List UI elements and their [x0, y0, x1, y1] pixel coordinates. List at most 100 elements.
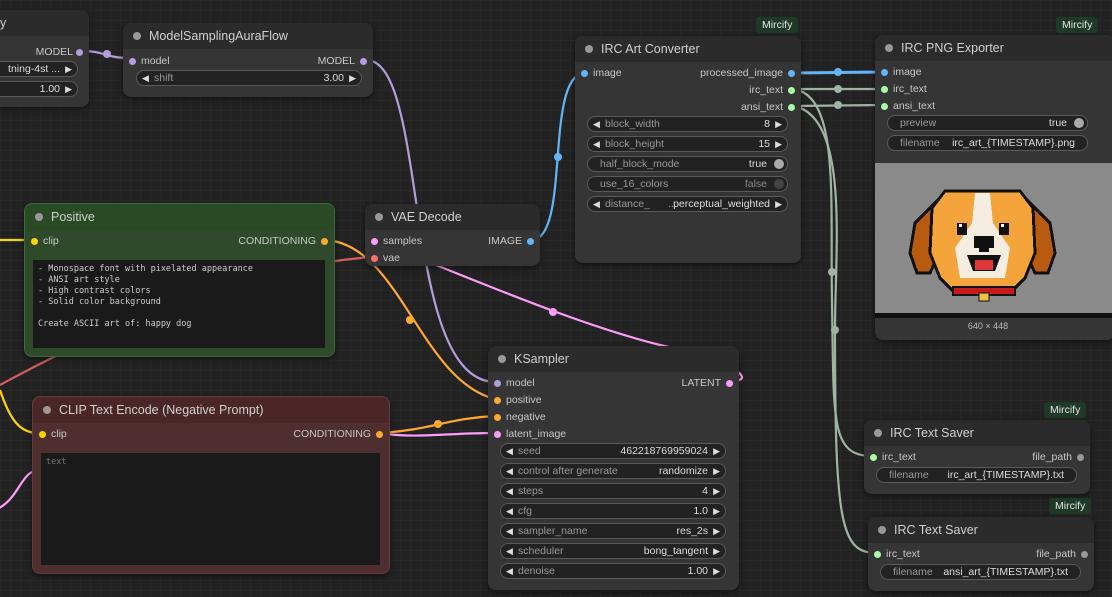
use-16-colors-toggle[interactable]: use_16_colors false — [587, 176, 788, 192]
output-conditioning-label: CONDITIONING — [293, 428, 371, 440]
model-sampling-aura-flow-node[interactable]: ModelSamplingAuraFlow model MODEL ◀ shif… — [123, 23, 373, 97]
vae-decode-node[interactable]: VAE Decode samples IMAGE vae — [365, 204, 540, 266]
model-name-widget[interactable]: tning-4st ... ▶ — [0, 61, 78, 77]
irc-text-saver-node-2[interactable]: IRC Text Saver irc_text file_path filena… — [868, 517, 1094, 591]
input-clip-dot[interactable] — [31, 238, 38, 245]
input-vae-dot[interactable] — [371, 255, 378, 262]
arrow-left-icon[interactable]: ◀ — [142, 71, 149, 85]
block-width-widget[interactable]: ◀ block_width 8 ▶ — [587, 116, 788, 132]
output-model-dot[interactable] — [360, 58, 367, 65]
output-image-label: IMAGE — [488, 235, 522, 247]
output-model-label: MODEL — [35, 46, 73, 58]
partial-model-loader-node[interactable]: y MODEL tning-4st ... ▶ 1.00 ▶ — [0, 10, 89, 107]
arrow-right-icon[interactable]: ▶ — [713, 444, 720, 458]
input-model-label: model — [141, 55, 170, 67]
input-model-dot[interactable] — [494, 380, 501, 387]
toggle-off-icon[interactable] — [774, 179, 784, 189]
node-title: y — [0, 10, 89, 36]
denoise-widget[interactable]: ◀ denoise 1.00 ▶ — [500, 563, 726, 579]
arrow-left-icon[interactable]: ◀ — [506, 464, 513, 478]
output-file-path-dot[interactable] — [1081, 551, 1088, 558]
sampler-name-widget[interactable]: ◀ sampler_name res_2s ▶ — [500, 523, 726, 539]
ksampler-node[interactable]: KSampler model LATENT positive negative … — [488, 346, 739, 590]
node-title: IRC Text Saver — [864, 420, 1090, 446]
arrow-left-icon[interactable]: ◀ — [506, 484, 513, 498]
arrow-right-icon[interactable]: ▶ — [713, 564, 720, 578]
positive-prompt-node[interactable]: Positive clip CONDITIONING - Monospace f… — [24, 203, 335, 357]
node-title: IRC Text Saver — [868, 517, 1094, 543]
seed-widget[interactable]: ◀ seed 462218769959024 ▶ — [500, 443, 726, 459]
steps-widget[interactable]: ◀ steps 4 ▶ — [500, 483, 726, 499]
irc-art-converter-node[interactable]: IRC Art Converter image processed_image … — [575, 36, 801, 263]
arrow-right-icon[interactable]: ▶ — [775, 117, 782, 131]
arrow-right-icon[interactable]: ▶ — [713, 524, 720, 538]
arrow-right-icon[interactable]: ▶ — [65, 62, 72, 76]
output-model-dot[interactable] — [76, 49, 83, 56]
arrow-right-icon[interactable]: ▶ — [713, 544, 720, 558]
arrow-left-icon[interactable]: ◀ — [506, 444, 513, 458]
arrow-left-icon[interactable]: ◀ — [506, 564, 513, 578]
arrow-right-icon[interactable]: ▶ — [775, 137, 782, 151]
shift-widget[interactable]: ◀ shift 3.00 ▶ — [136, 70, 362, 86]
input-image-dot[interactable] — [581, 70, 588, 77]
arrow-right-icon[interactable]: ▶ — [713, 464, 720, 478]
cfg-widget[interactable]: ◀ cfg 1.0 ▶ — [500, 503, 726, 519]
input-irc-text-label: irc_text — [893, 83, 927, 95]
input-vae-label: vae — [383, 252, 400, 264]
arrow-left-icon[interactable]: ◀ — [506, 504, 513, 518]
output-conditioning-dot[interactable] — [321, 238, 328, 245]
preview-toggle[interactable]: preview true — [887, 115, 1088, 131]
input-image-dot[interactable] — [881, 69, 888, 76]
arrow-left-icon[interactable]: ◀ — [593, 117, 600, 131]
dog-art-image — [875, 189, 1112, 318]
input-irc-text-dot[interactable] — [870, 454, 877, 461]
negative-prompt-node[interactable]: CLIP Text Encode (Negative Prompt) clip … — [32, 396, 390, 574]
image-size-label: 640 × 448 — [967, 321, 1009, 331]
arrow-right-icon[interactable]: ▶ — [775, 197, 782, 211]
input-model-label: model — [506, 377, 535, 389]
scheduler-widget[interactable]: ◀ scheduler bong_tangent ▶ — [500, 543, 726, 559]
arrow-right-icon[interactable]: ▶ — [713, 484, 720, 498]
positive-prompt-textarea[interactable]: - Monospace font with pixelated appearan… — [33, 260, 325, 348]
input-irc-text-dot[interactable] — [881, 86, 888, 93]
output-conditioning-dot[interactable] — [376, 431, 383, 438]
output-image-dot[interactable] — [527, 238, 534, 245]
input-positive-dot[interactable] — [494, 397, 501, 404]
negative-prompt-textarea[interactable]: text — [41, 453, 380, 565]
output-file-path-dot[interactable] — [1077, 454, 1084, 461]
arrow-left-icon[interactable]: ◀ — [506, 524, 513, 538]
toggle-on-icon[interactable] — [1074, 118, 1084, 128]
input-clip-dot[interactable] — [39, 431, 46, 438]
input-irc-text-dot[interactable] — [874, 551, 881, 558]
irc-text-saver-node-1[interactable]: IRC Text Saver irc_text file_path filena… — [864, 420, 1090, 494]
input-model-dot[interactable] — [129, 58, 136, 65]
filename-field[interactable]: filename irc_art_{TIMESTAMP}.txt — [876, 467, 1077, 483]
output-irc-text-dot[interactable] — [788, 87, 795, 94]
distance-metric-widget[interactable]: ◀ distance_ ... perceptual_weighted ▶ — [587, 196, 788, 212]
arrow-left-icon[interactable]: ◀ — [593, 197, 600, 211]
filename-field[interactable]: filename irc_art_{TIMESTAMP}.png — [887, 135, 1088, 151]
strength-widget[interactable]: 1.00 ▶ — [0, 81, 78, 97]
block-height-widget[interactable]: ◀ block_height 15 ▶ — [587, 136, 788, 152]
input-samples-label: samples — [383, 235, 423, 247]
input-negative-dot[interactable] — [494, 414, 501, 421]
irc-png-exporter-node[interactable]: IRC PNG Exporter image irc_text ansi_tex… — [875, 35, 1112, 340]
arrow-right-icon[interactable]: ▶ — [349, 71, 356, 85]
arrow-right-icon[interactable]: ▶ — [65, 82, 72, 96]
half-block-mode-toggle[interactable]: half_block_mode true — [587, 156, 788, 172]
input-latent-image-dot[interactable] — [494, 431, 501, 438]
output-latent-dot[interactable] — [726, 380, 733, 387]
arrow-left-icon[interactable]: ◀ — [506, 544, 513, 558]
input-ansi-text-dot[interactable] — [881, 103, 888, 110]
output-ansi-text-dot[interactable] — [788, 104, 795, 111]
toggle-on-icon[interactable] — [774, 159, 784, 169]
input-latent-image-label: latent_image — [506, 428, 567, 440]
arrow-right-icon[interactable]: ▶ — [713, 504, 720, 518]
arrow-left-icon[interactable]: ◀ — [593, 137, 600, 151]
filename-field[interactable]: filename ansi_art_{TIMESTAMP}.txt — [880, 564, 1081, 580]
control-after-generate-widget[interactable]: ◀ control after generate randomize ▶ — [500, 463, 726, 479]
output-processed-image-dot[interactable] — [788, 70, 795, 77]
output-file-path-label: file_path — [1036, 548, 1076, 560]
input-samples-dot[interactable] — [371, 238, 378, 245]
mircify-badge: Mircify — [1044, 402, 1087, 418]
